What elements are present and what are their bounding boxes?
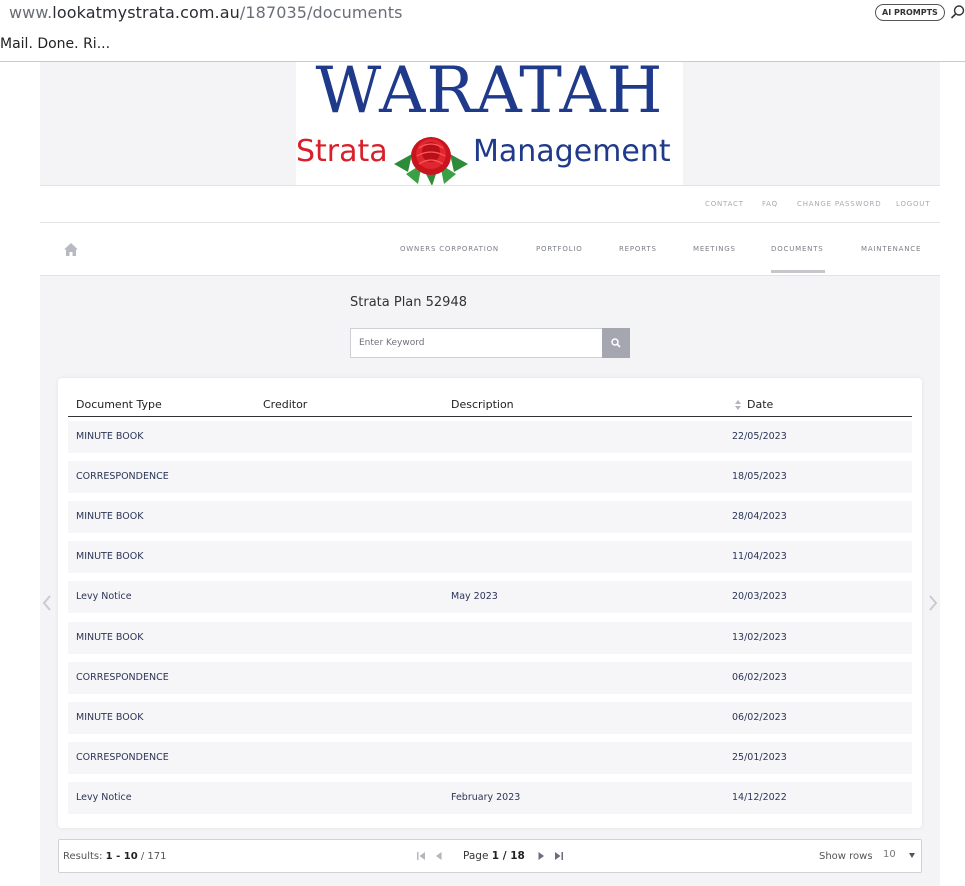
logo-word-management: Management [473,134,671,169]
change-password-link[interactable]: CHANGE PASSWORD [797,200,881,208]
bookmark-item[interactable]: Mail. Done. Ri... [0,36,110,52]
browser-toolbar: www.lookatmystrata.com.au/187035/documen… [0,0,965,62]
url-prefix: www. [9,3,53,22]
chevron-down-icon[interactable] [909,853,915,858]
previous-page-icon[interactable] [434,851,444,861]
cell-date: 06/02/2023 [732,671,787,683]
nav-portfolio[interactable]: PORTFOLIO [536,245,583,253]
documents-table-card: Document Type Creditor Description Date … [58,378,922,828]
sort-icon[interactable] [735,400,741,410]
header-description[interactable]: Description [451,398,514,411]
next-arrow-icon[interactable] [928,595,938,611]
cell-date: 11/04/2023 [732,551,787,563]
nav-meetings[interactable]: MEETINGS [693,245,736,253]
cell-document-type: CORRESPONDENCE [76,471,169,483]
table-row[interactable]: MINUTE BOOK 28/04/2023 [68,501,912,534]
show-rows-label: Show rows [819,851,873,862]
main-nav: OWNERS CORPORATION PORTFOLIO REPORTS MEE… [40,223,940,276]
first-page-icon[interactable] [416,851,426,861]
nav-reports[interactable]: REPORTS [619,245,657,253]
table-row[interactable]: MINUTE BOOK 22/05/2023 [68,421,912,453]
cell-date: 20/03/2023 [732,591,787,603]
header-creditor[interactable]: Creditor [263,398,307,411]
logo-area: WARATAH Strata Management [40,54,940,186]
cell-date: 13/02/2023 [732,631,787,643]
page-title: Strata Plan 52948 [350,295,467,310]
cell-document-type: Levy Notice [76,791,132,803]
url-path: /187035/documents [239,3,403,22]
previous-arrow-icon[interactable] [42,595,52,611]
cell-description: May 2023 [451,591,498,603]
search-button[interactable] [602,328,630,358]
table-row[interactable]: CORRESPONDENCE 18/05/2023 [68,461,912,494]
cell-document-type: CORRESPONDENCE [76,671,169,683]
logo-word-strata: Strata [296,134,388,169]
search-icon[interactable] [950,4,965,20]
header-date[interactable]: Date [747,398,773,411]
address-bar[interactable]: www.lookatmystrata.com.au/187035/documen… [9,3,403,22]
cell-date: 22/05/2023 [732,431,787,442]
table-row[interactable]: Levy Notice February 2023 14/12/2022 [68,781,912,814]
logo-title: WARATAH [315,54,664,128]
page-container: WARATAH Strata Management CONTACT FAQ CH… [40,54,940,886]
faq-link[interactable]: FAQ [762,200,778,208]
last-page-icon[interactable] [554,851,564,861]
cell-date: 18/05/2023 [732,471,787,483]
waratah-flower-icon [394,137,468,186]
utility-nav: CONTACT FAQ CHANGE PASSWORD LOGOUT [40,185,940,223]
url-host: lookatmystrata.com.au [52,3,240,22]
cell-document-type: MINUTE BOOK [76,511,144,523]
table-row[interactable]: CORRESPONDENCE 25/01/2023 [68,741,912,774]
pagination-bar: Results: 1 - 10 / 171 Page 1 / 18 Show r… [58,839,922,873]
table-row[interactable]: MINUTE BOOK 11/04/2023 [68,541,912,574]
nav-maintenance[interactable]: MAINTENANCE [861,245,921,253]
keyword-search-input[interactable] [350,328,602,358]
contact-link[interactable]: CONTACT [705,200,744,208]
next-page-icon[interactable] [536,851,546,861]
table-header: Document Type Creditor Description Date [68,390,912,417]
cell-description: February 2023 [451,791,521,803]
cell-date: 06/02/2023 [732,711,787,723]
company-logo[interactable]: WARATAH Strata Management [296,54,683,186]
results-count: Results: 1 - 10 / 171 [63,851,167,862]
cell-date: 25/01/2023 [732,751,787,763]
header-document-type[interactable]: Document Type [76,398,162,411]
magnifier-icon [611,338,621,348]
table-row[interactable]: CORRESPONDENCE 06/02/2023 [68,661,912,694]
active-tab-indicator [771,270,825,273]
table-row[interactable]: MINUTE BOOK 06/02/2023 [68,701,912,734]
ai-prompts-button[interactable]: AI PROMPTS [875,4,945,21]
table-row[interactable]: MINUTE BOOK 13/02/2023 [68,621,912,654]
cell-document-type: Levy Notice [76,591,132,603]
cell-document-type: MINUTE BOOK [76,431,144,442]
cell-document-type: MINUTE BOOK [76,711,144,723]
rows-per-page-select[interactable]: 10 [883,849,896,860]
cell-document-type: MINUTE BOOK [76,631,144,643]
nav-owners-corporation[interactable]: OWNERS CORPORATION [400,245,499,253]
cell-date: 14/12/2022 [732,791,787,803]
nav-documents[interactable]: DOCUMENTS [771,245,824,253]
home-icon[interactable] [64,243,78,256]
cell-date: 28/04/2023 [732,511,787,523]
page-indicator: Page 1 / 18 [463,850,525,862]
cell-document-type: CORRESPONDENCE [76,751,169,763]
table-row[interactable]: Levy Notice May 2023 20/03/2023 [68,581,912,614]
logout-link[interactable]: LOGOUT [896,200,930,208]
cell-document-type: MINUTE BOOK [76,551,144,563]
